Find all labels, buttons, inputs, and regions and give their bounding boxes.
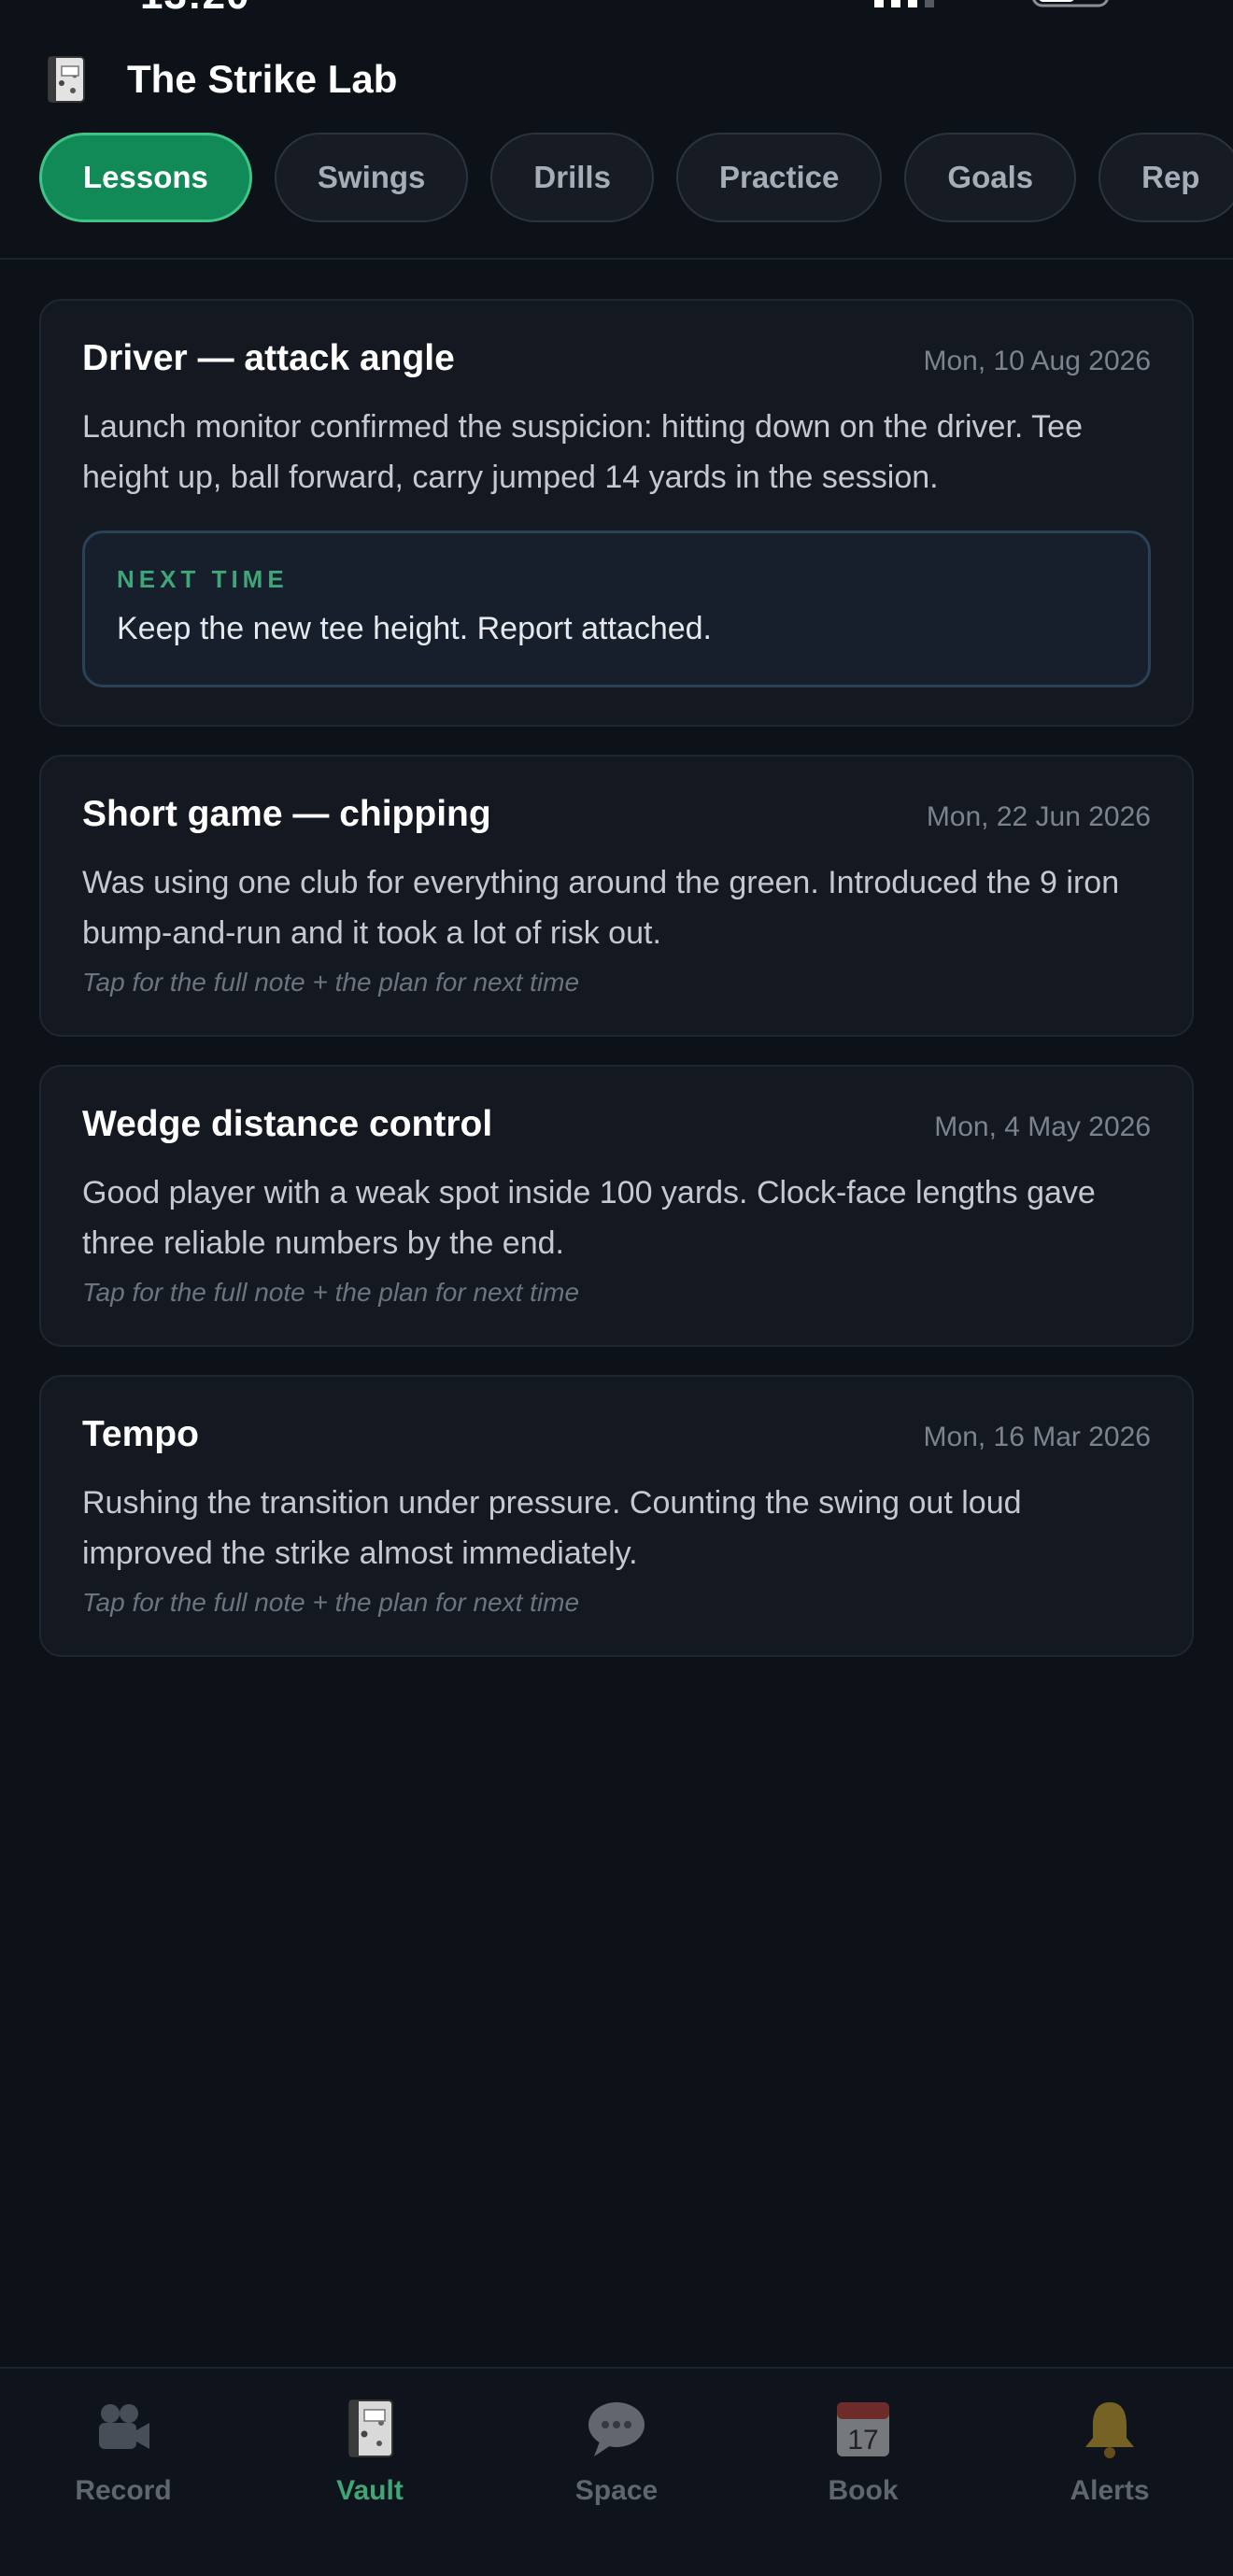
status-bar: 13:20 — [0, 0, 1233, 28]
tab-bar: Lessons Swings Drills Practice Goals Rep — [39, 133, 1233, 222]
lesson-hint: Tap for the full note + the plan for nex… — [82, 1278, 580, 1307]
lesson-card[interactable]: Wedge distance control Mon, 4 May 2026 G… — [39, 1065, 1194, 1347]
lesson-hint: Tap for the full note + the plan for nex… — [82, 1588, 580, 1617]
lesson-card[interactable]: Short game — chipping Mon, 22 Jun 2026 W… — [39, 755, 1194, 1037]
tab-goals[interactable]: Goals — [904, 133, 1077, 222]
lesson-title: Driver — attack angle — [82, 338, 455, 378]
tab-lessons[interactable]: Lessons — [39, 133, 252, 222]
notebook-icon — [348, 2399, 393, 2457]
lesson-summary: Good player with a weak spot inside 100 … — [82, 1175, 1096, 1261]
svg-text:17: 17 — [847, 2425, 878, 2456]
lesson-title: Short game — chipping — [82, 794, 491, 834]
lesson-summary: Rushing the transition under pressure. C… — [82, 1485, 1022, 1571]
nav-alerts[interactable]: Alerts — [986, 2369, 1233, 2576]
app-header: The Strike Lab — [41, 47, 397, 112]
nav-book[interactable]: 17 Book — [740, 2369, 986, 2576]
lesson-summary: Launch monitor confirmed the suspicion: … — [82, 409, 1083, 495]
signal-icon — [874, 0, 934, 7]
nav-label: Space — [574, 2475, 659, 2506]
bell-slash-icon — [286, 0, 318, 7]
lesson-date: Mon, 22 Jun 2026 — [926, 801, 1151, 832]
next-time-label: NEXT TIME — [117, 565, 289, 593]
nav-label: Record — [75, 2475, 172, 2506]
status-time: 13:20 — [140, 0, 250, 19]
calendar-icon: 17 — [837, 2402, 889, 2456]
nav-label: Alerts — [1070, 2475, 1150, 2506]
lesson-date: Mon, 10 Aug 2026 — [923, 346, 1151, 376]
lesson-title: Tempo — [82, 1414, 199, 1454]
tab-practice[interactable]: Practice — [675, 133, 883, 222]
tab-swings[interactable]: Swings — [274, 133, 469, 222]
header-divider — [0, 258, 1233, 260]
bell-icon — [1085, 2402, 1134, 2458]
nav-record[interactable]: Record — [0, 2369, 247, 2576]
nav-label: Vault — [336, 2475, 404, 2506]
bottom-nav: Record Vault Space 17 Book Alerts — [0, 2367, 1233, 2576]
video-camera-icon — [99, 2404, 149, 2449]
battery-icon — [1032, 0, 1109, 7]
lesson-date: Mon, 16 Mar 2026 — [923, 1422, 1151, 1452]
notebook-icon — [48, 56, 85, 103]
app-title: The Strike Lab — [127, 57, 398, 101]
lesson-card[interactable]: Tempo Mon, 16 Mar 2026 Rushing the trans… — [39, 1375, 1194, 1657]
nav-label: Book — [828, 2475, 899, 2506]
next-time-box: NEXT TIME Keep the new tee height. Repor… — [82, 531, 1151, 687]
tab-drills[interactable]: Drills — [490, 133, 654, 222]
lesson-list: Driver — attack angle Mon, 10 Aug 2026 L… — [39, 299, 1194, 1685]
lesson-date: Mon, 4 May 2026 — [934, 1111, 1151, 1142]
lesson-title: Wedge distance control — [82, 1104, 493, 1144]
speech-bubble-icon — [588, 2402, 645, 2456]
nav-space[interactable]: Space — [493, 2369, 740, 2576]
nav-vault[interactable]: Vault — [247, 2369, 493, 2576]
lesson-summary: Was using one club for everything around… — [82, 865, 1120, 951]
lesson-hint: Tap for the full note + the plan for nex… — [82, 968, 580, 997]
lesson-card[interactable]: Driver — attack angle Mon, 10 Aug 2026 L… — [39, 299, 1194, 727]
tab-rep[interactable]: Rep — [1098, 133, 1233, 222]
wifi-icon — [966, 0, 1003, 7]
next-time-text: Keep the new tee height. Report attached… — [117, 611, 713, 646]
